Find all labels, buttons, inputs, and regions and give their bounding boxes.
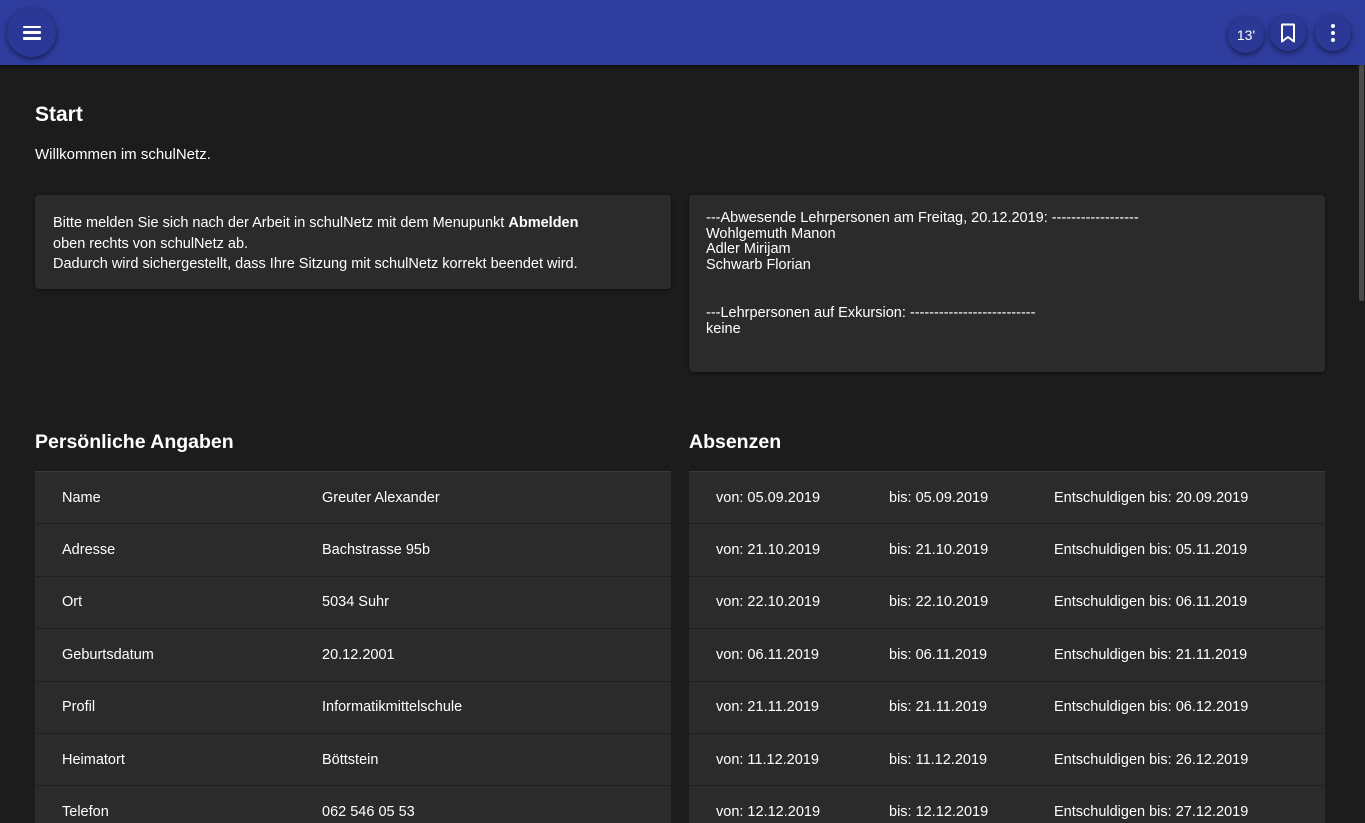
field-value: Informatikmittelschule [322,699,463,716]
field-label: Heimatort [62,751,125,768]
table-row: Ort 5034 Suhr [35,577,671,630]
notice-line-2: Dadurch wird sichergestellt, dass Ihre S… [53,256,578,272]
absent-teacher-name: Adler Mirijam [706,241,791,258]
absence-from: von: 21.10.2019 [716,542,821,559]
field-value: Bachstrasse 95b [322,542,431,559]
welcome-text: Willkommen im schulNetz. [35,146,211,163]
table-row: Geburtsdatum 20.12.2001 [35,629,671,682]
absence-excuse-deadline: Entschuldigen bis: 20.09.2019 [1054,489,1249,506]
absence-excuse-deadline: Entschuldigen bis: 21.11.2019 [1054,646,1248,663]
absence-to: bis: 06.11.2019 [889,646,988,663]
hamburger-icon [22,25,41,40]
absent-teacher-name: Schwarb Florian [706,257,811,274]
table-row: Adresse Bachstrasse 95b [35,524,671,577]
absence-to: bis: 05.09.2019 [889,489,989,506]
absence-from: von: 12.12.2019 [716,804,821,821]
absence-to: bis: 12.12.2019 [889,804,989,821]
absence-to: bis: 21.10.2019 [889,542,989,559]
table-row: von: 11.12.2019 bis: 11.12.2019 Entschuldi… [689,734,1325,787]
table-row: von: 05.09.2019 bis: 05.09.2019 Entschuldi… [689,472,1325,525]
page-scrollbar[interactable] [1357,65,1365,823]
menu-button[interactable] [7,8,56,57]
table-row: Name Greuter Alexander [35,472,671,525]
field-label: Geburtsdatum [62,646,154,663]
absence-excuse-deadline: Entschuldigen bis: 26.12.2019 [1054,751,1249,768]
absence-from: von: 21.11.2019 [716,699,819,716]
absence-excuse-deadline: Entschuldigen bis: 06.11.2019 [1054,594,1248,611]
top-app-bar: 13' [0,0,1365,65]
notice-bold-abmelden: Abmelden [508,215,579,231]
table-row: von: 12.12.2019 bis: 12.12.2019 Entschuldi… [689,786,1325,823]
logout-notice-card: Bitte melden Sie sich nach der Arbeit in… [35,195,671,289]
field-value: 20.12.2001 [322,646,395,663]
absence-excuse-deadline: Entschuldigen bis: 27.12.2019 [1054,804,1249,821]
table-row: Heimatort Böttstein [35,734,671,787]
table-row: von: 06.11.2019 bis: 06.11.2019 Entschuldi… [689,629,1325,682]
table-row: Profil Informatikmittelschule [35,682,671,734]
absent-teacher-name: Wohlgemuth Manon [706,225,836,242]
absence-to: bis: 11.12.2019 [889,751,988,768]
absence-from: von: 11.12.2019 [716,751,819,768]
page-title: Start [35,103,83,126]
bookmark-button[interactable] [1270,15,1306,51]
absence-from: von: 06.11.2019 [716,646,819,663]
table-row: von: 21.10.2019 bis: 21.10.2019 Entschuldi… [689,524,1325,577]
notice-text-after: oben rechts von schulNetz ab. [53,235,249,252]
excursion-header: ---Lehrpersonen auf Exkursion: ---------… [706,304,1036,321]
session-timer-label: 13' [1236,27,1256,43]
field-value: Greuter Alexander [322,489,440,506]
session-timer-button[interactable]: 13' [1228,17,1264,53]
field-value: Böttstein [322,751,379,768]
more-options-button[interactable] [1315,15,1351,51]
absent-teachers-card: ---Abwesende Lehrpersonen am Freitag, 20… [689,195,1325,372]
absence-from: von: 05.09.2019 [716,489,821,506]
absent-teachers-header: ---Abwesende Lehrpersonen am Freitag, 20… [706,210,1139,226]
bookmark-icon [1281,23,1295,43]
table-row: von: 22.10.2019 bis: 22.10.2019 Entschuldi… [689,577,1325,630]
absences-table: von: 05.09.2019 bis: 05.09.2019 Entschuldi… [689,471,1325,823]
field-label: Ort [62,594,83,611]
absence-from: von: 22.10.2019 [716,594,821,611]
absence-to: bis: 22.10.2019 [889,594,989,611]
notice-text: Bitte melden Sie sich nach der Arbeit in… [53,215,509,231]
absence-excuse-deadline: Entschuldigen bis: 05.11.2019 [1054,542,1248,559]
scrollbar-thumb[interactable] [1359,65,1364,301]
excursion-value: keine [706,320,741,337]
field-label: Adresse [62,542,116,559]
personal-info-table: Name Greuter Alexander Adresse Bachstrasse… [35,471,671,823]
personal-info-title: Persönliche Angaben [35,431,234,453]
field-value: 062 546 05 53 [322,804,415,821]
absences-title: Absenzen [689,431,782,453]
field-label: Telefon [62,804,109,821]
table-row: Telefon 062 546 05 53 [35,786,671,823]
table-row: von: 21.11.2019 bis: 21.11.2019 Entschuldi… [689,682,1325,734]
field-label: Profil [62,699,96,716]
more-vert-icon [1331,24,1335,42]
field-label: Name [62,489,101,506]
absence-to: bis: 21.11.2019 [889,699,988,716]
field-value: 5034 Suhr [322,594,389,611]
absence-excuse-deadline: Entschuldigen bis: 06.12.2019 [1054,699,1249,716]
